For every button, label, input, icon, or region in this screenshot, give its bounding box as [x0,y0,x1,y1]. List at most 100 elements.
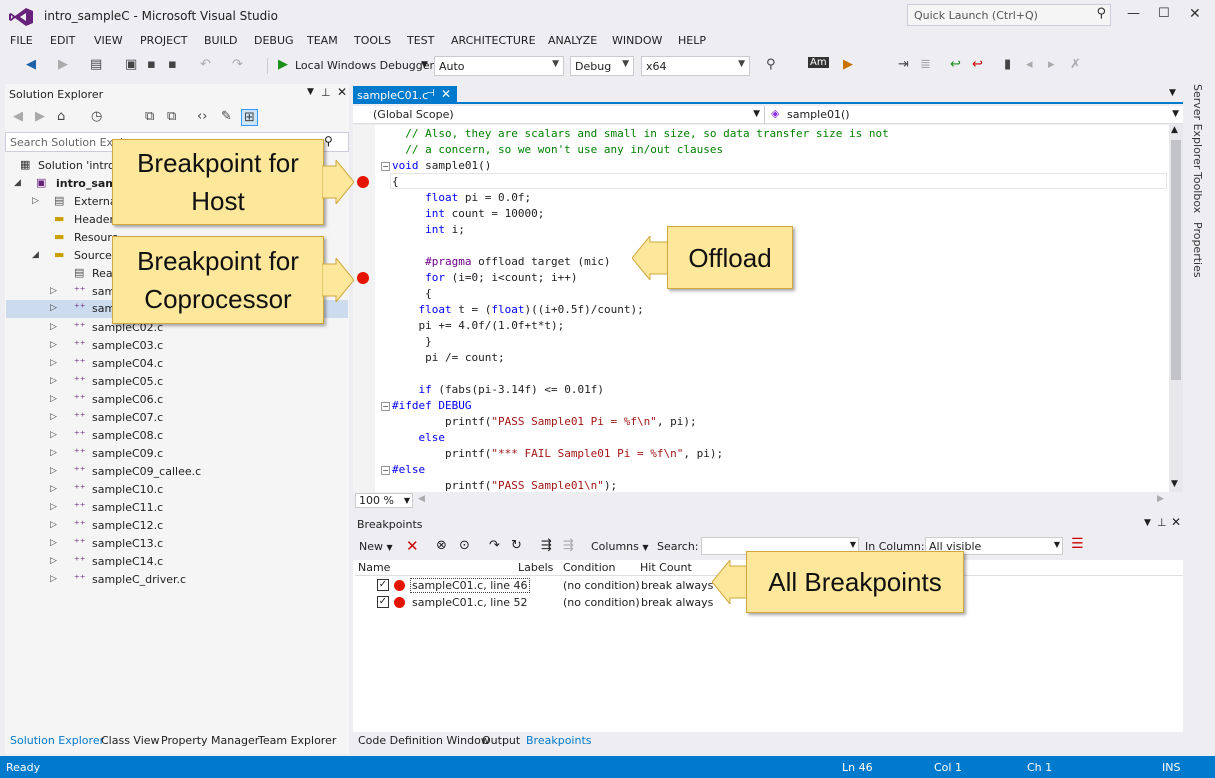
tab-breakpoints[interactable]: Breakpoints [526,734,592,747]
close-icon[interactable]: ✕ [1189,6,1201,22]
tree-item[interactable]: ▷ ⁺⁺ sampleC14.c [50,553,340,571]
delete-icon[interactable]: ✕ [406,537,419,555]
properties-icon[interactable]: ✎ [221,109,232,124]
tree-item[interactable]: ▷ ⁺⁺ sampleC07.c [50,409,340,427]
go-to-disassembly-icon[interactable]: ⇶ [563,538,574,553]
tab-property-manager[interactable]: Property Manager [161,734,259,747]
menu-tools[interactable]: TOOLS [354,34,391,47]
search-icon[interactable]: ⚲ [324,134,333,148]
breakpoint-checkbox[interactable]: ✓ [377,579,389,591]
close-icon[interactable]: ✕ [337,85,347,99]
expand-arrow-icon[interactable]: ▷ [50,376,57,386]
expand-arrow-icon[interactable]: ▷ [50,322,57,332]
view-code-icon[interactable]: ‹› [197,109,207,124]
chevron-down-icon[interactable]: ▼ [1144,518,1151,528]
export-icon[interactable]: ↷ [489,538,500,553]
collapse-region-icon[interactable]: − [381,402,390,411]
tree-item[interactable]: ▷ ⁺⁺ sampleC09.c [50,445,340,463]
breakpoint-row[interactable]: ✓ sampleC01.c, line 52 (no condition) br… [355,594,755,611]
menu-test[interactable]: TEST [407,34,434,47]
member-select[interactable]: ◈ sample01() ▼ [767,106,1183,124]
expand-arrow-icon[interactable]: ▷ [50,466,57,476]
menu-analyze[interactable]: ANALYZE [548,34,597,47]
tree-item[interactable]: ▷ ⁺⁺ sampleC05.c [50,373,340,391]
new-breakpoint-button[interactable]: New ▼ [359,540,393,553]
tree-item[interactable]: ▷ ⁺⁺ sampleC10.c [50,481,340,499]
open-file-icon[interactable]: ▣ [125,57,137,72]
menu-edit[interactable]: EDIT [50,34,75,47]
tree-item[interactable]: ▷ ⁺⁺ sampleC08.c [50,427,340,445]
breakpoint-marker[interactable] [357,176,369,188]
editor-tab-samplec01[interactable]: sampleC01.c ⊣ ✕ [353,86,457,104]
column-header-name[interactable]: Name [358,561,390,574]
back-icon[interactable]: ◀ [13,109,23,124]
forward-icon[interactable]: ▶ [35,109,45,124]
expand-arrow-icon[interactable]: ▷ [50,556,57,566]
collapse-arrow-icon[interactable]: ◢ [32,250,39,260]
back-icon[interactable]: ◀ [26,57,36,72]
expand-arrow-icon[interactable]: ▷ [50,412,57,422]
tree-item[interactable]: ▷ ⁺⁺ sampleC03.c [50,337,340,355]
tab-team-explorer[interactable]: Team Explorer [258,734,336,747]
scroll-left-icon[interactable]: ◀ [418,494,425,504]
search-icon[interactable]: ⚲ [1096,6,1106,21]
expand-arrow-icon[interactable]: ▷ [50,502,57,512]
tab-class-view[interactable]: Class View [101,734,160,747]
menu-view[interactable]: VIEW [94,34,123,47]
toggle-all-icon[interactable]: ⊙ [459,538,470,553]
run-icon[interactable]: ▶ [843,57,853,72]
chevron-down-icon[interactable]: ▼ [1169,88,1176,98]
columns-button[interactable]: Columns ▼ [591,540,649,553]
collapse-arrow-icon[interactable]: ◢ [14,178,21,188]
tree-item[interactable]: ▷ ⁺⁺ sampleC11.c [50,499,340,517]
expand-arrow-icon[interactable]: ▷ [50,520,57,530]
expand-arrow-icon[interactable]: ▷ [32,196,39,206]
tree-item[interactable]: ▷ ⁺⁺ sampleC13.c [50,535,340,553]
quick-launch-input[interactable]: Quick Launch (Ctrl+Q) ⚲ [907,4,1111,26]
menu-help[interactable]: HELP [678,34,706,47]
chevron-down-icon[interactable]: ▼ [421,60,428,70]
show-all-files-icon[interactable]: ⧉ [167,109,176,124]
expand-arrow-icon[interactable]: ▷ [50,303,57,313]
format-icon[interactable]: ≣ [920,57,931,72]
pin-icon[interactable]: ⊥ [321,86,331,99]
column-header-hit-count[interactable]: Hit Count [640,561,692,574]
preview-selected-icon[interactable]: ⊞ [241,109,258,126]
column-header-labels[interactable]: Labels [518,561,553,574]
forward-icon[interactable]: ▶ [58,57,68,72]
tab-properties[interactable]: Properties [1191,222,1204,278]
delete-all-icon[interactable]: ⊗ [436,538,447,553]
am-tool-icon[interactable]: Am [808,57,829,68]
tab-server-explorer[interactable]: Server Explorer [1191,84,1204,169]
tree-item[interactable]: ▷ ⁺⁺ sampleC06.c [50,391,340,409]
undo-icon[interactable]: ↶ [200,57,211,72]
tree-item[interactable]: ▷ ⁺⁺ sampleC09_callee.c [50,463,340,481]
tree-item[interactable]: ▷ ⁺⁺ sampleC04.c [50,355,340,373]
close-icon[interactable]: ✕ [441,87,451,101]
minimize-icon[interactable]: — [1127,6,1140,21]
menu-architecture[interactable]: ARCHITECTURE [451,34,536,47]
expand-arrow-icon[interactable]: ▷ [50,538,57,548]
scroll-right-icon[interactable]: ▶ [1157,494,1164,504]
breakpoint-checkbox[interactable]: ✓ [377,596,389,608]
zoom-select[interactable]: 100 % ▼ [355,493,413,508]
close-icon[interactable]: ✕ [1171,515,1181,529]
tab-code-definition[interactable]: Code Definition Window [358,734,490,747]
pin-icon[interactable]: ⊥ [1157,516,1167,529]
column-header-condition[interactable]: Condition [563,561,616,574]
expand-arrow-icon[interactable]: ▷ [50,358,57,368]
tab-toolbox[interactable]: Toolbox [1191,172,1204,213]
chevron-down-icon[interactable]: ▼ [307,87,314,97]
expand-arrow-icon[interactable]: ▷ [50,484,57,494]
menu-window[interactable]: WINDOW [612,34,662,47]
scope-select[interactable]: (Global Scope) ▼ [353,106,765,124]
save-icon[interactable]: ▪ [147,57,156,72]
expand-arrow-icon[interactable]: ▷ [50,448,57,458]
save-all-icon[interactable]: ▪ [168,57,177,72]
tree-item[interactable]: ▷ ⁺⁺ sampleC12.c [50,517,340,535]
expand-arrow-icon[interactable]: ▷ [50,430,57,440]
attach-mode-select[interactable]: Auto ▼ [434,56,564,76]
menu-build[interactable]: BUILD [204,34,237,47]
redo-icon[interactable]: ↷ [232,57,243,72]
home-icon[interactable]: ⌂ [57,109,65,124]
